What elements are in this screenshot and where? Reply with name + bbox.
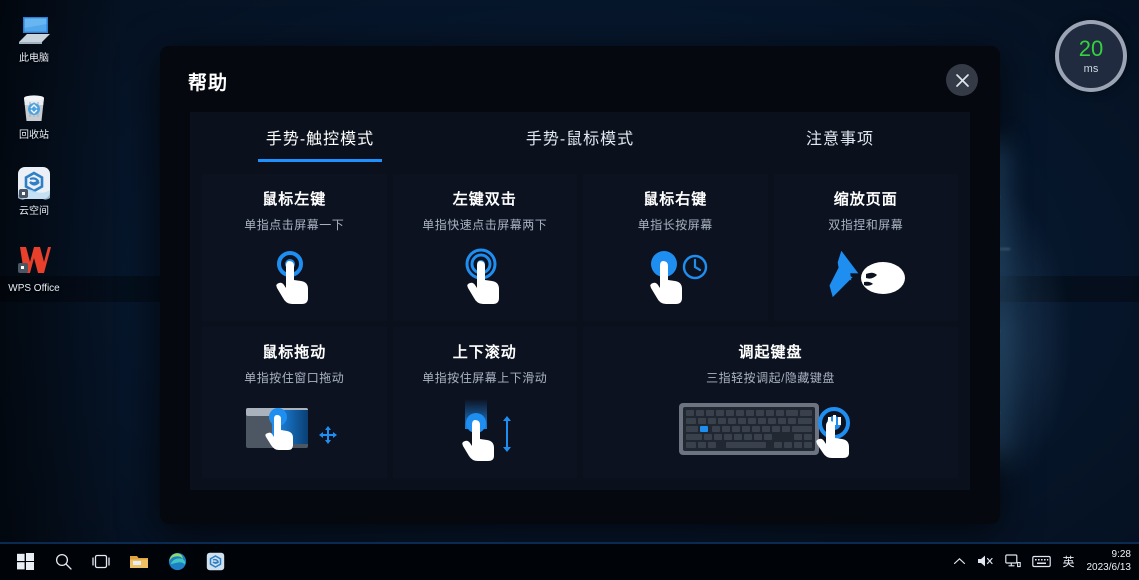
- network-monitor-icon[interactable]: [1005, 554, 1022, 568]
- latency-badge: 20 ms: [1055, 20, 1127, 92]
- card-description: 单指快速点击屏幕两下: [422, 218, 548, 232]
- chevron-up-icon[interactable]: [953, 557, 966, 566]
- gesture-card-zoom-page[interactable]: 缩放页面 双指捏和屏幕: [773, 174, 959, 321]
- task-view-button[interactable]: [82, 542, 120, 580]
- clock-date: 2023/6/13: [1086, 562, 1132, 573]
- tab-notes[interactable]: 注意事项: [710, 112, 970, 162]
- card-title: 左键双击: [452, 191, 517, 208]
- recycle-bin-icon: [16, 89, 52, 125]
- card-description: 单指按住窗口拖动: [244, 371, 345, 385]
- desktop-icon-label: 此电脑: [19, 53, 49, 64]
- clock[interactable]: 9:28 2023/6/13: [1085, 548, 1132, 575]
- gesture-card-keyboard[interactable]: 调起键盘 三指轻按调起/隐藏键盘: [583, 327, 958, 478]
- scroll-vertical-icon: [393, 386, 578, 478]
- clock-time: 9:28: [1111, 548, 1131, 560]
- taskbar-accent-line: [0, 542, 1139, 544]
- touch-keyboard-icon[interactable]: [1032, 555, 1052, 568]
- card-title: 鼠标左键: [262, 191, 327, 208]
- gesture-card-double-click[interactable]: 左键双击 单指快速点击屏幕两下: [392, 174, 578, 321]
- gesture-card-left-click[interactable]: 鼠标左键 单指点击屏幕一下: [202, 174, 387, 321]
- tab-label: 注意事项: [805, 131, 874, 148]
- keyboard-toggle-icon: [583, 386, 958, 478]
- ime-indicator[interactable]: 英: [1062, 553, 1074, 570]
- taskbar: 英 9:28 2023/6/13: [0, 542, 1139, 580]
- system-tray: 英: [953, 553, 1084, 570]
- desktop-icon-list: 此电脑 回收站 云空间 WPS Office: [0, 6, 68, 312]
- tab-label: 手势-鼠标模式: [525, 131, 635, 148]
- cloud-space-icon: [16, 165, 52, 201]
- tab-label: 手势-触控模式: [265, 131, 375, 148]
- wps-office-icon: [16, 242, 52, 278]
- tab-panel: 鼠标左键 单指点击屏幕一下 左键双击 单指快速点击屏幕两下 鼠标右键 单指长按屏…: [190, 162, 970, 490]
- file-explorer-icon: [130, 555, 148, 568]
- card-description: 三指轻按调起/隐藏键盘: [706, 371, 835, 385]
- search-icon: [55, 553, 72, 570]
- cloud-app-icon: [206, 552, 224, 570]
- speaker-muted-icon[interactable]: [977, 554, 994, 568]
- desktop-icon-label: 云空间: [19, 206, 49, 217]
- search-button[interactable]: [44, 542, 82, 580]
- task-view-icon: [92, 554, 110, 568]
- desktop-icon-wps-office[interactable]: WPS Office: [0, 236, 68, 299]
- tab-gesture-touch[interactable]: 手势-触控模式: [190, 112, 450, 162]
- double-tap-icon: [393, 233, 578, 321]
- taskbar-tray-area: 英 9:28 2023/6/13: [953, 542, 1139, 580]
- desktop-icon-label: WPS Office: [8, 282, 60, 294]
- long-press-icon: [583, 233, 768, 321]
- help-dialog: 帮助 手势-触控模式 手势-鼠标模式 注意事项 鼠标左键 单指点击屏幕一下 左键…: [160, 46, 1000, 524]
- edge-browser-icon: [168, 552, 186, 570]
- desktop-icon-cloud-space[interactable]: 云空间: [0, 159, 68, 222]
- single-tap-icon: [202, 233, 387, 321]
- screen: 此电脑 回收站 云空间 WPS Office 20 ms 帮助 手势-触控模式 …: [0, 0, 1139, 580]
- file-explorer-button[interactable]: [120, 542, 158, 580]
- card-title: 鼠标右键: [643, 191, 708, 208]
- close-button[interactable]: [946, 64, 978, 96]
- card-description: 单指点击屏幕一下: [244, 218, 345, 232]
- start-button[interactable]: [6, 542, 44, 580]
- dialog-title: 帮助: [188, 73, 229, 94]
- dialog-tabs: 手势-触控模式 手势-鼠标模式 注意事项: [190, 112, 970, 162]
- close-icon: [955, 73, 969, 87]
- pinch-zoom-icon: [774, 233, 959, 321]
- latency-unit: ms: [1083, 62, 1099, 75]
- edge-browser-button[interactable]: [158, 542, 196, 580]
- desktop-icon-this-pc[interactable]: 此电脑: [0, 6, 68, 69]
- gesture-card-grid: 鼠标左键 单指点击屏幕一下 左键双击 单指快速点击屏幕两下 鼠标右键 单指长按屏…: [202, 174, 958, 478]
- card-title: 缩放页面: [833, 191, 898, 208]
- cloud-app-button[interactable]: [196, 542, 234, 580]
- card-description: 单指按住屏幕上下滑动: [422, 371, 548, 385]
- drag-window-icon: [202, 386, 387, 478]
- card-title: 调起键盘: [738, 344, 803, 361]
- desktop-icon-recycle-bin[interactable]: 回收站: [0, 83, 68, 146]
- start-icon: [16, 552, 34, 570]
- this-pc-icon: [16, 12, 52, 48]
- card-title: 上下滚动: [452, 344, 517, 361]
- gesture-card-drag[interactable]: 鼠标拖动 单指按住窗口拖动: [202, 327, 387, 478]
- gesture-card-right-click[interactable]: 鼠标右键 单指长按屏幕: [583, 174, 768, 321]
- taskbar-buttons: [0, 542, 234, 580]
- card-description: 单指长按屏幕: [637, 218, 713, 232]
- latency-value: 20: [1078, 35, 1104, 61]
- card-title: 鼠标拖动: [262, 344, 327, 361]
- gesture-card-scroll[interactable]: 上下滚动 单指按住屏幕上下滑动: [392, 327, 578, 478]
- tab-gesture-mouse[interactable]: 手势-鼠标模式: [450, 112, 710, 162]
- card-description: 双指捏和屏幕: [828, 218, 904, 232]
- desktop-icon-label: 回收站: [19, 129, 49, 141]
